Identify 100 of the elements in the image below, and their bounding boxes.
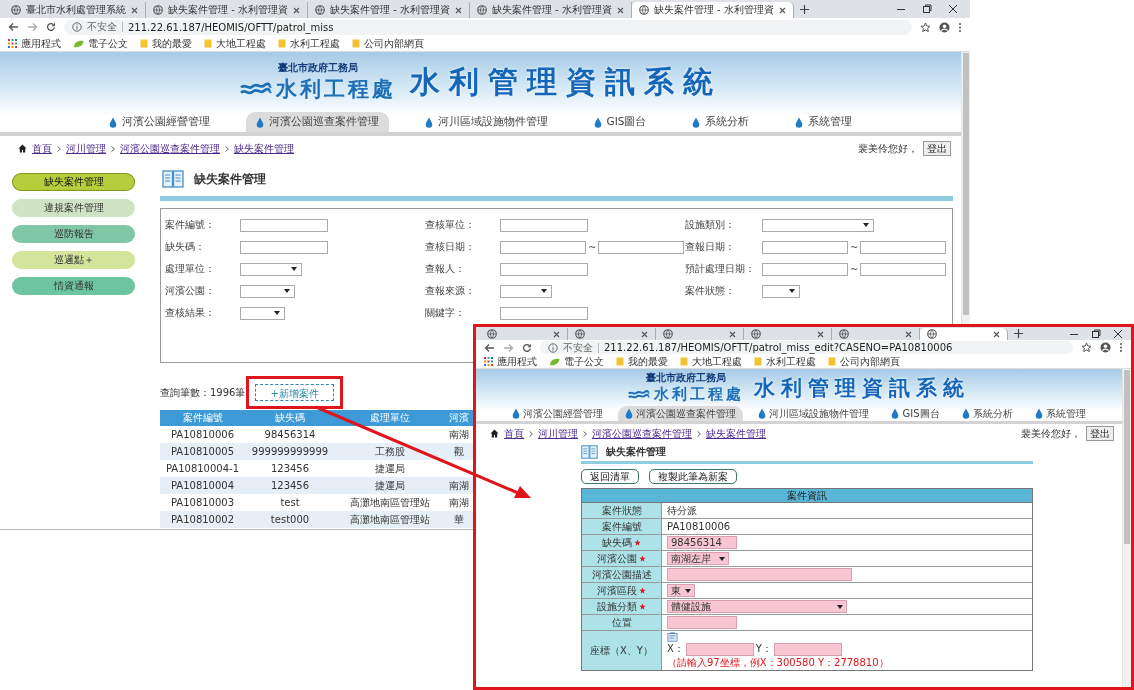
logout-button[interactable]: 登出 [1086,426,1114,441]
field-label: 案件狀態 [601,503,642,518]
table-cell: PA10810006 [160,426,245,443]
field-label: 查報人： [425,262,466,276]
field-label: 設施分類 [597,599,637,614]
column-header: 案件編號 [160,410,245,426]
page-title: 缺失案件管理 [194,170,266,188]
sidebar-button[interactable]: 巡防報告 [12,225,135,243]
nav-tab[interactable]: 系統分析 [682,112,760,132]
field-label: 查核結果： [165,306,216,320]
nav-tab[interactable]: GIS圖台 [884,406,947,421]
table-cell: 南湖 [445,426,473,443]
nav-tab[interactable]: 系統分析 [954,406,1020,421]
bookmark-link[interactable]: 電子公文 [73,36,128,51]
coordinate-label: Y： [755,642,772,656]
nav-tab[interactable]: 河濱公園經營管理 [505,406,611,421]
field-label: 缺失碼 [602,535,632,550]
field-label: 缺失碼： [165,240,206,254]
table-cell: 捷運局 [335,477,445,494]
breadcrumb-link[interactable]: 河川管理 [66,141,106,156]
nav-tab[interactable]: 河川區域設施物件管理 [414,112,558,132]
hint-text: （請輸入97坐標，例X：300580 Y：2778810） [667,656,889,670]
breadcrumb-link[interactable]: 河濱公園巡查案件管理 [120,141,220,156]
range-separator: ~ [850,241,858,253]
table-cell: 工務股 [335,443,445,460]
system-title: 水利管理資訊系統 [409,62,722,101]
sidebar-button[interactable]: 情資通報 [12,277,135,295]
system-title: 水利管理資訊系統 [754,374,970,402]
table-cell: PA10810003 [160,494,245,511]
bookmark-link[interactable]: 我的最愛 [616,354,668,369]
nav-tab[interactable]: 河濱公園巡查案件管理 [618,406,744,421]
field-label: 關鍵字： [425,306,466,320]
bookmark-link[interactable]: 我的最愛 [140,36,192,51]
field-label: 座標（X、Y） [590,643,653,658]
action-button[interactable]: 複製此筆為新案 [649,469,737,484]
table-header: 案件資訊 [582,489,1032,503]
table-cell: 高灘地南區管理站 [335,511,445,528]
table-cell: PA10810004 [160,477,245,494]
nav-tab[interactable]: 河川區域設施物件管理 [751,406,877,421]
breadcrumb-link[interactable]: 缺失案件管理 [706,426,766,441]
table-cell: 123456 [245,460,335,477]
table-cell: PA10810004-1 [160,460,245,477]
field-label: 查報日期： [685,240,736,254]
nav-tab[interactable]: 河濱公園經營管理 [98,112,220,132]
dropdown[interactable]: 南湖左岸 [667,552,729,565]
nav-tab[interactable]: 河濱公園巡查案件管理 [245,112,389,132]
breadcrumb-link[interactable]: 首頁 [504,426,524,441]
sidebar-button[interactable]: 違規案件管理 [12,199,135,217]
address-bar[interactable]: 不安全 211.22.61.187/HEOMIS/OFTT/patrol_miss [64,19,912,35]
table-cell: 98456314 [245,426,335,443]
field-label: 案件狀態： [685,284,736,298]
bookmark-link[interactable]: 應用程式 [484,354,537,369]
agency-name: 臺北市政府工務局 [277,61,358,75]
nav-tab[interactable]: GIS圖台 [583,112,657,132]
field-value: 待分派 [667,503,697,518]
address-bar[interactable]: 不安全 211.22.61.187/HEOMIS/OFTT/patrol_miss_edit?CASENO=PA10810006 [540,341,1073,354]
field-label: 河濱區段 [597,583,637,598]
sidebar-button[interactable]: 缺失案件管理 [12,173,135,191]
office-name: 水利工程處 [654,385,744,404]
bookmark-link[interactable]: 水利工程處 [754,354,816,369]
dropdown[interactable]: 東 [667,584,695,597]
bookmark-link[interactable]: 水利工程處 [278,36,340,51]
breadcrumb-link[interactable]: 首頁 [32,141,52,156]
add-case-button[interactable]: +新增案件 [255,384,334,401]
result-count: 查詢筆數：1996筆 [160,385,246,400]
field-label: 案件編號： [165,218,216,232]
bookmark-link[interactable]: 公司內部網頁 [828,354,900,369]
text-field[interactable]: 98456314 [667,536,737,549]
bookmark-link[interactable]: 公司內部網頁 [352,36,424,51]
table-cell: PA10810005 [160,443,245,460]
field-label: 河濱公園描述 [591,567,652,582]
table-cell: 南湖 [445,477,473,494]
table-cell: 123456 [245,477,335,494]
breadcrumb-link[interactable]: 缺失案件管理 [234,141,294,156]
field-label: 查報來源： [425,284,476,298]
sidebar-button[interactable]: 巡邏點＋ [12,251,135,269]
nav-tab[interactable]: 系統管理 [1027,406,1093,421]
greeting-text: 裴美伶您好， [1021,426,1081,441]
field-value: PA10810006 [667,521,731,532]
table-cell: PA10810002 [160,511,245,528]
coordinate-label: X： [667,642,684,656]
bookmark-link[interactable]: 大地工程處 [204,36,266,51]
breadcrumb-link[interactable]: 河濱公園巡查案件管理 [592,426,692,441]
bookmark-link[interactable]: 應用程式 [8,36,61,51]
field-label: 案件編號 [601,519,642,534]
logout-button[interactable]: 登出 [923,141,951,156]
field-label: 查核單位： [425,218,476,232]
nav-tab[interactable]: 系統管理 [785,112,863,132]
field-label: 位置 [611,615,632,630]
table-cell: 高灘地南區管理站 [335,494,445,511]
bookmark-link[interactable]: 大地工程處 [680,354,742,369]
table-cell: 觀 [445,443,473,460]
bookmark-link[interactable]: 電子公文 [549,354,604,369]
dropdown[interactable]: 體健設施 [667,600,847,613]
browser-tab[interactable]: 缺失案件管理 - 水利管理資 [631,2,794,18]
field-label: 預計處理日期： [685,262,756,276]
breadcrumb-link[interactable]: 河川管理 [538,426,578,441]
greeting-text: 裴美伶您好， [858,141,918,156]
action-button[interactable]: 返回清單 [581,469,639,484]
field-label: 查核日期： [425,240,476,254]
